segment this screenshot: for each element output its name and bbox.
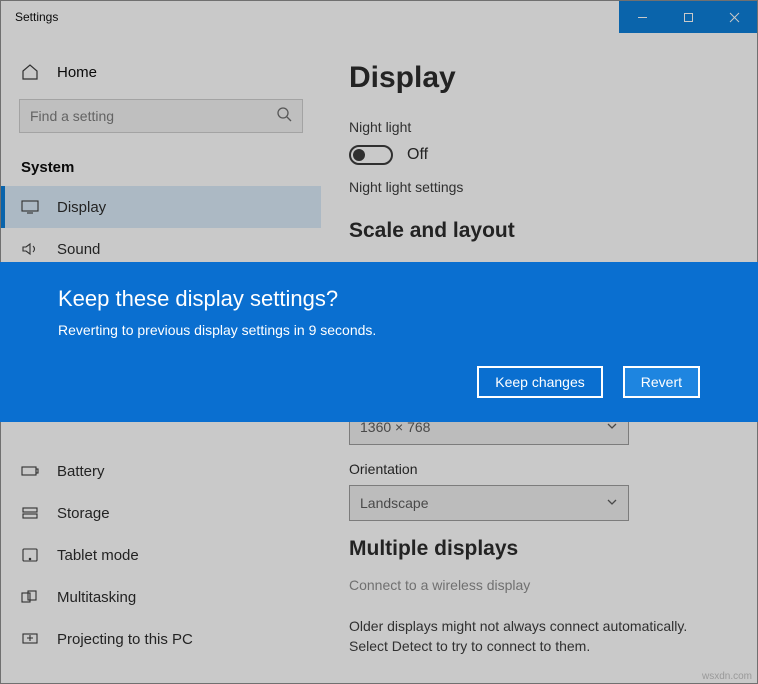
keep-changes-button[interactable]: Keep changes xyxy=(477,366,603,398)
confirm-dialog: Keep these display settings? Reverting t… xyxy=(0,262,758,422)
dialog-body-prefix: Reverting to previous display settings i… xyxy=(58,322,309,338)
dialog-body: Reverting to previous display settings i… xyxy=(58,322,700,338)
watermark: wsxdn.com xyxy=(702,671,752,682)
dialog-body-suffix: seconds. xyxy=(320,322,376,338)
revert-button[interactable]: Revert xyxy=(623,366,700,398)
dialog-countdown: 9 xyxy=(309,322,317,338)
dialog-buttons: Keep changes Revert xyxy=(58,366,700,398)
dialog-title: Keep these display settings? xyxy=(58,286,700,312)
